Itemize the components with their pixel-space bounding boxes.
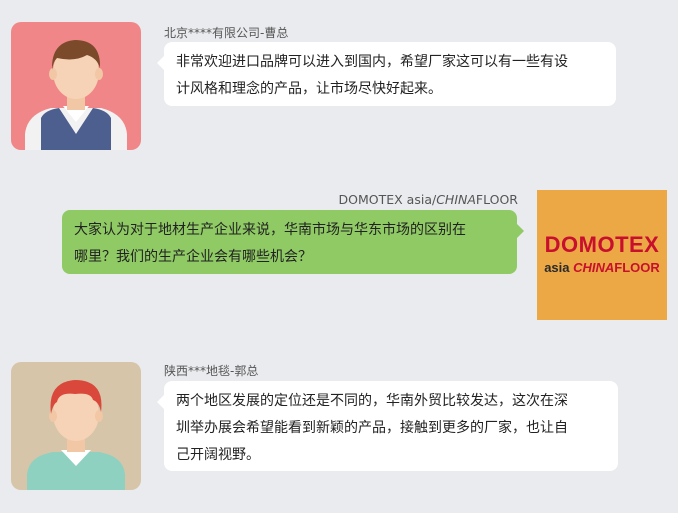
message-line: 非常欢迎进口品牌可以进入到国内，希望厂家这可以有一些有设 [176, 54, 568, 70]
bubble-tail [157, 56, 164, 70]
message-line: 己开阔视野。 [176, 447, 260, 463]
logo-domotex: DOMOTEX [544, 232, 660, 257]
logo-asia: asia [544, 260, 570, 275]
message-line: 两个地区发展的定位还是不同的，华南外贸比较发达，这次在深 [176, 393, 568, 409]
sender-name: DOMOTEX asia/CHINAFLOOR [339, 192, 518, 207]
domotex-logo: DOMOTEX asia CHINAFLOOR [537, 190, 667, 320]
man-brown-hair-icon [25, 40, 127, 150]
message-line: 大家认为对于地材生产企业来说，华南市场与华东市场的区别在 [74, 222, 466, 238]
message-line: 圳举办展会希望能看到新颖的产品，接触到更多的厂家，也让自 [176, 420, 568, 436]
avatar-cao [11, 22, 141, 150]
message-line: 哪里？我们的生产企业会有哪些机会？ [74, 249, 312, 265]
logo-floor: FLOOR [614, 260, 660, 275]
sender-suffix: CHINA [436, 192, 476, 207]
message-bubble: 两个地区发展的定位还是不同的，华南外贸比较发达，这次在深 圳举办展会希望能看到新… [157, 381, 618, 471]
message-line: 计风格和理念的产品，让市场尽快好起来。 [176, 81, 442, 97]
message-bubble: 非常欢迎进口品牌可以进入到国内，希望厂家这可以有一些有设 计风格和理念的产品，让… [157, 42, 616, 106]
logo-subtitle: asia CHINAFLOOR [537, 260, 667, 275]
bubble-tail [517, 224, 524, 238]
message-bubble: 大家认为对于地材生产企业来说，华南市场与华东市场的区别在 哪里？我们的生产企业会… [62, 210, 524, 274]
avatar-guo [11, 362, 141, 490]
sender-tail: FLOOR [475, 192, 518, 207]
bubble-tail [157, 395, 164, 409]
man-red-hair-icon [27, 380, 125, 490]
sender-name: 北京****有限公司-曹总 [164, 26, 289, 40]
sender-prefix: DOMOTEX asia/ [338, 192, 437, 207]
sender-name: 陕西***地毯-郭总 [164, 364, 259, 378]
logo-china: CHINA [573, 260, 615, 275]
